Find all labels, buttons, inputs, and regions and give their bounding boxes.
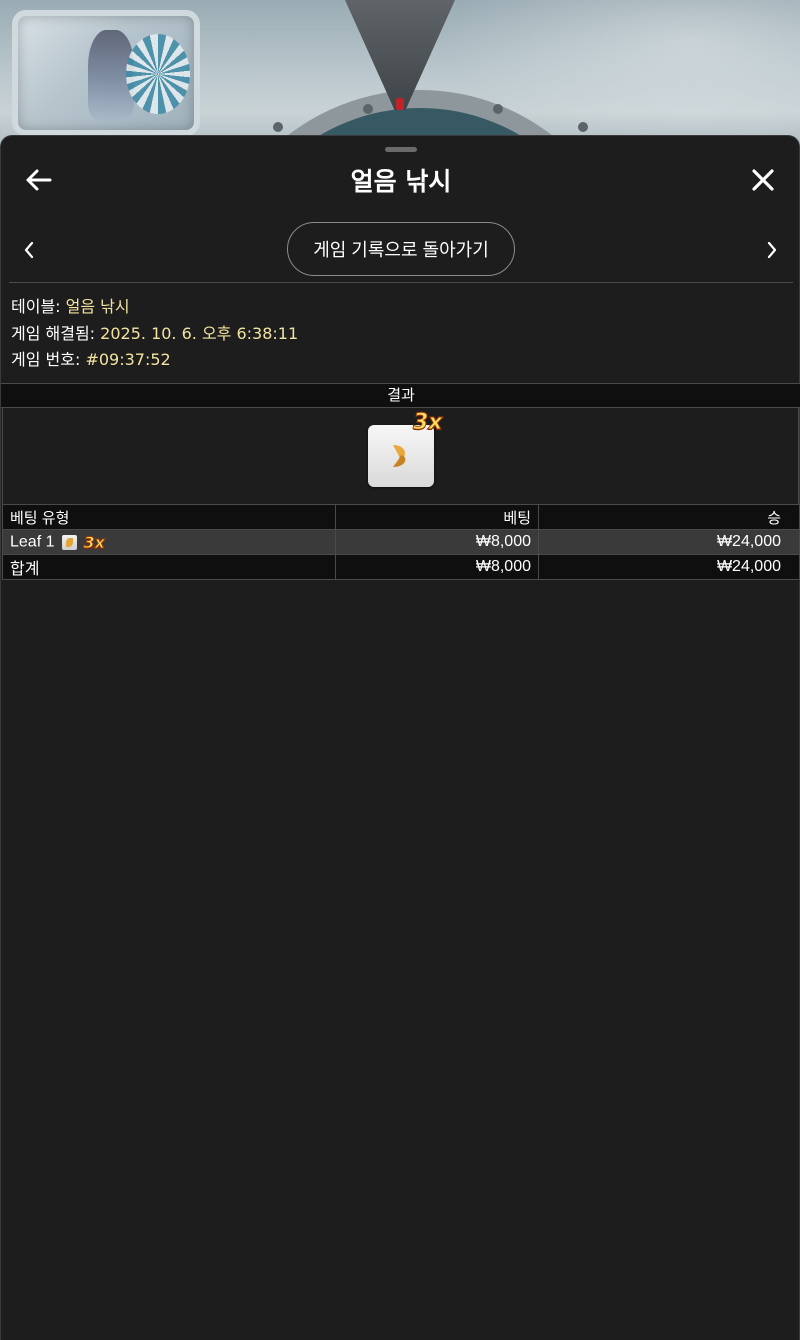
info-table: 테이블: 얼음 낚시	[11, 294, 298, 321]
info-game-number-value: #09:37:52	[85, 350, 171, 369]
result-display: 3x	[2, 408, 799, 505]
column-header-win: 승	[538, 504, 800, 530]
total-label: 합계	[2, 554, 336, 580]
info-game-number: 게임 번호: #09:37:52	[11, 347, 298, 374]
close-button[interactable]	[741, 158, 785, 202]
page-title: 얼음 낚시	[350, 167, 452, 196]
info-resolved: 게임 해결됨: 2025. 10. 6. 오후 6:38:11	[11, 321, 298, 348]
info-resolved-label: 게임 해결됨:	[11, 323, 96, 343]
wheel-pointer-tip	[396, 98, 404, 110]
video-thumbnail[interactable]	[12, 10, 200, 136]
total-bet: ₩8,000	[335, 554, 539, 580]
result-multiplier: 3x	[413, 410, 443, 436]
thumbnail-wheel	[126, 34, 190, 114]
chevron-right-icon	[767, 241, 777, 259]
bets-table: 베팅 유형 베팅 승 Leaf 1 3x ₩8,000 ₩24,000 합계 ₩8…	[2, 504, 800, 580]
chevron-left-icon	[24, 241, 34, 259]
info-table-label: 테이블:	[11, 297, 61, 316]
game-history-sheet: 얼음 낚시 게임 기록으로 돌아가기 테이블: 얼음 낚시 게임 해결됨: 20	[0, 135, 800, 1340]
bet-type-cell: Leaf 1 3x	[2, 529, 336, 555]
info-resolved-value: 2025. 10. 6. 오후 6:38:11	[100, 323, 299, 343]
bet-multiplier: 3x	[83, 532, 105, 552]
column-header-bet: 베팅	[335, 504, 539, 530]
info-game-number-label: 게임 번호:	[11, 350, 81, 369]
next-game-button[interactable]	[752, 230, 792, 270]
leaf-icon	[62, 534, 78, 550]
game-info: 테이블: 얼음 낚시 게임 해결됨: 2025. 10. 6. 오후 6:38:…	[11, 294, 298, 374]
column-header-bet-type: 베팅 유형	[2, 504, 336, 530]
total-row: 합계 ₩8,000 ₩24,000	[2, 554, 800, 580]
sheet-header: 얼음 낚시	[1, 156, 800, 204]
bet-amount-cell: ₩8,000	[335, 529, 539, 555]
win-amount-cell: ₩24,000	[538, 529, 800, 555]
total-win: ₩24,000	[538, 554, 800, 580]
sheet-grabber[interactable]	[385, 147, 417, 152]
table-row: Leaf 1 3x ₩8,000 ₩24,000	[2, 529, 800, 555]
bet-type-label: Leaf 1	[10, 533, 55, 551]
divider	[9, 282, 793, 283]
close-icon	[752, 169, 774, 191]
previous-game-button[interactable]	[9, 230, 49, 270]
game-navigation: 게임 기록으로 돌아가기	[1, 222, 800, 278]
result-header: 결과	[1, 383, 800, 408]
info-table-value: 얼음 낚시	[65, 297, 130, 316]
bets-table-header: 베팅 유형 베팅 승	[2, 504, 800, 530]
back-to-history-button[interactable]: 게임 기록으로 돌아가기	[287, 222, 515, 276]
